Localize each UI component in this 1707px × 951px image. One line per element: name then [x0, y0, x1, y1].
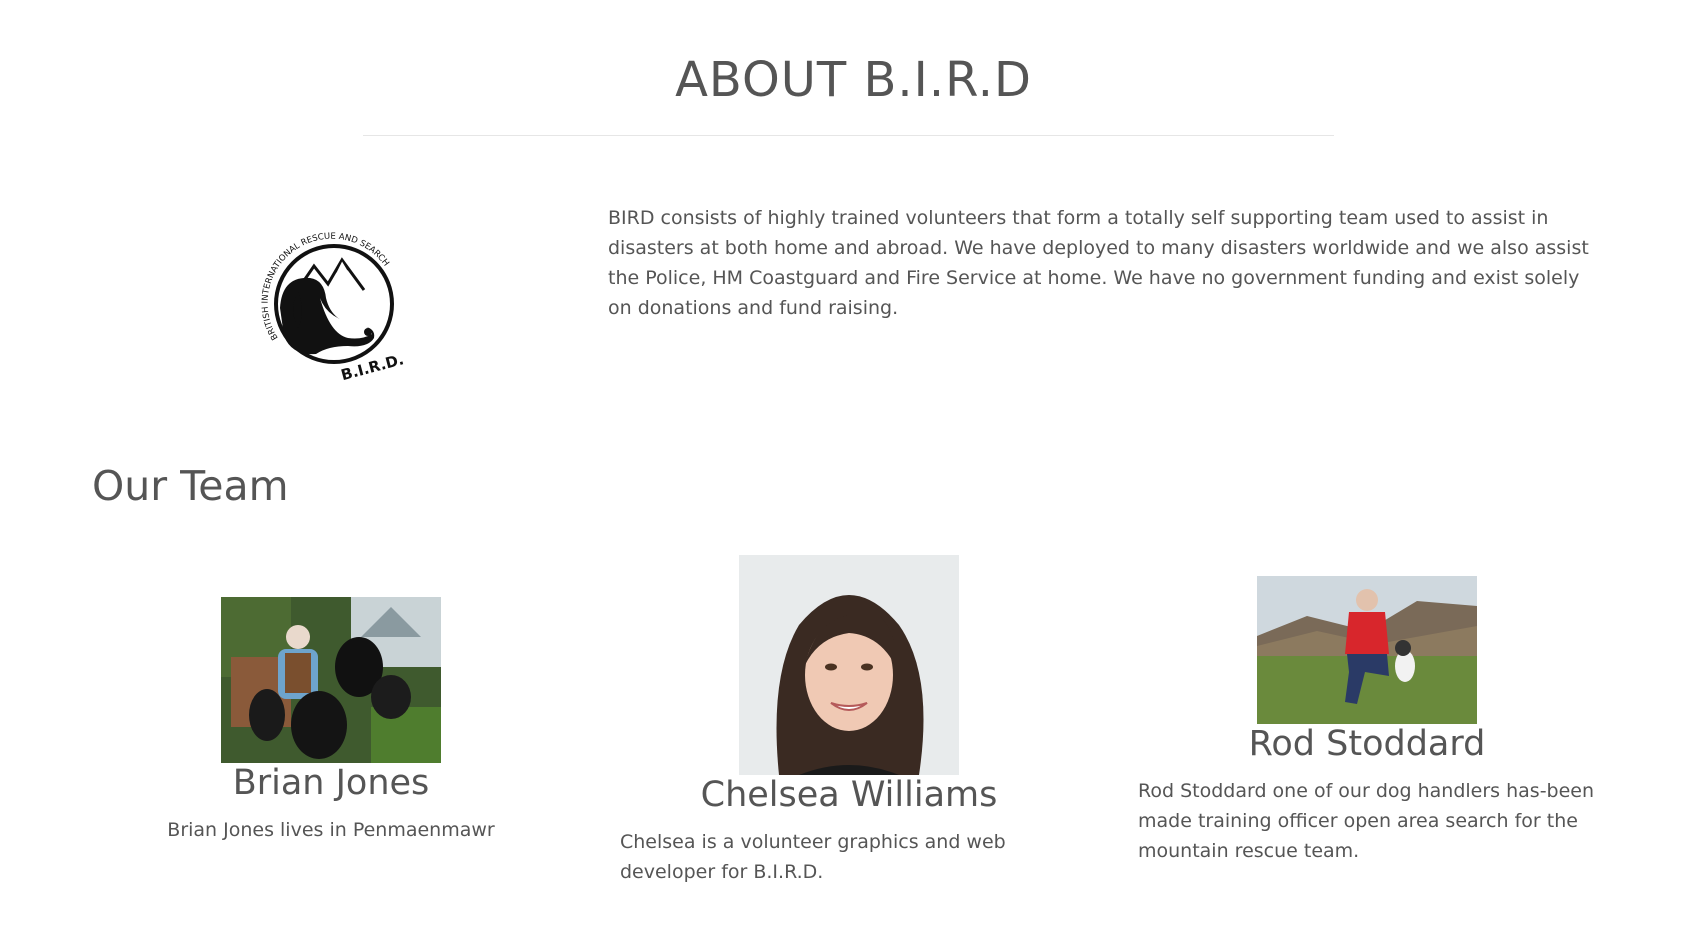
member-name: Brian Jones [232, 763, 430, 803]
rod-stoddard-photo [1257, 576, 1477, 724]
page-title: ABOUT B.I.R.D [675, 52, 1032, 108]
intro-text: BIRD consists of highly trained voluntee… [608, 207, 1589, 319]
member-bio: Chelsea is a volunteer graphics and web … [620, 831, 1006, 883]
bird-logo: BRITISH INTERNATIONAL RESCUE AND SEARCH … [255, 221, 410, 384]
brian-jones-photo [221, 597, 441, 763]
member-bio: Brian Jones lives in Penmaenmawr [167, 819, 495, 841]
member-name: Chelsea Williams [700, 775, 998, 815]
member-name: Rod Stoddard [1248, 724, 1486, 764]
chelsea-williams-photo [739, 555, 959, 775]
team-section-title: Our Team [92, 462, 289, 510]
member-bio: Rod Stoddard one of our dog handlers has… [1138, 780, 1595, 862]
title-divider [363, 135, 1334, 136]
